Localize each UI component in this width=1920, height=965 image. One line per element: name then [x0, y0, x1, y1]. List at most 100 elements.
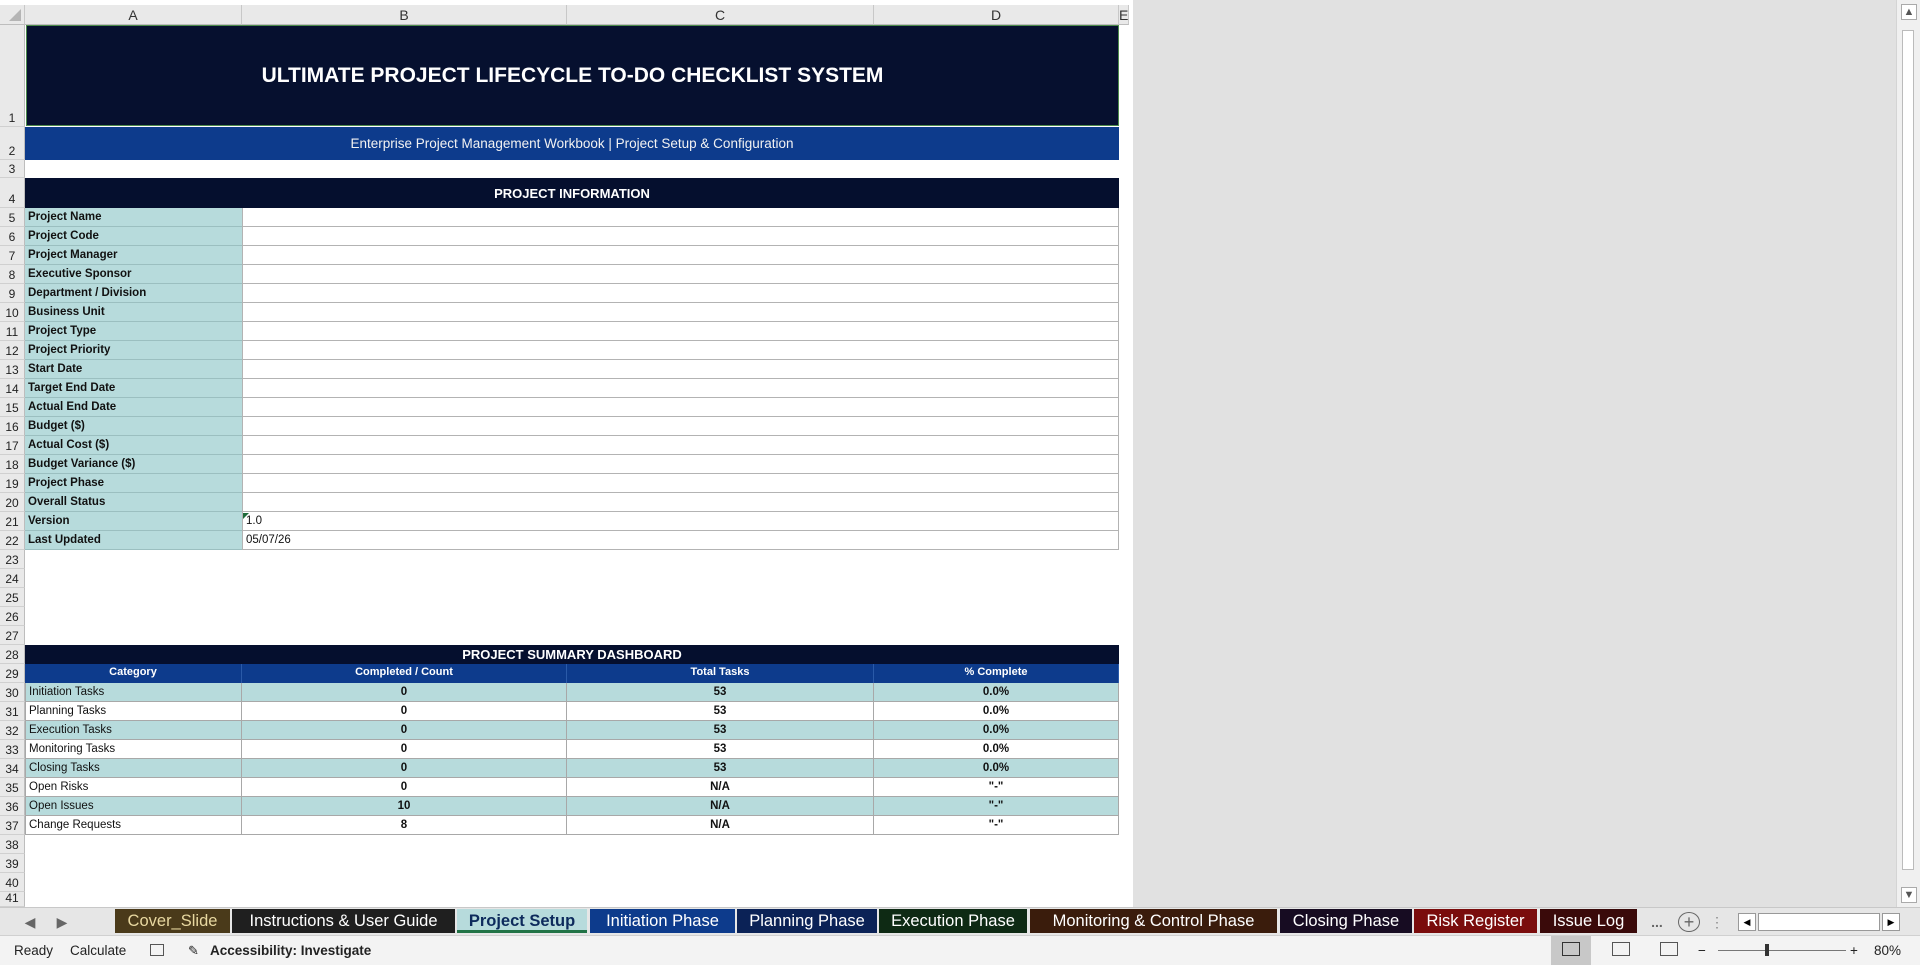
row-header-17[interactable]: 17	[0, 436, 25, 455]
info-value-input[interactable]	[242, 265, 1119, 284]
row-header-39[interactable]: 39	[0, 854, 25, 873]
summary-value[interactable]: N/A	[567, 778, 874, 797]
summary-dashboard-header[interactable]: PROJECT SUMMARY DASHBOARD	[25, 645, 1119, 664]
summary-value[interactable]: 0.0%	[874, 702, 1119, 721]
summary-category[interactable]: Change Requests	[25, 816, 242, 835]
column-header-a[interactable]: A	[25, 5, 242, 25]
row-header-19[interactable]: 19	[0, 474, 25, 493]
page-break-preview-icon[interactable]	[1660, 942, 1678, 956]
info-value-input[interactable]	[242, 322, 1119, 341]
info-value-input[interactable]	[242, 208, 1119, 227]
calculate-button[interactable]: Calculate	[70, 943, 126, 958]
prev-sheet-icon[interactable]: ◀	[20, 912, 40, 932]
normal-view-button[interactable]	[1551, 936, 1591, 965]
info-value-input[interactable]	[242, 474, 1119, 493]
summary-value[interactable]: 10	[242, 797, 567, 816]
info-value-input[interactable]	[242, 284, 1119, 303]
row-header-36[interactable]: 36	[0, 797, 25, 816]
row-header-24[interactable]: 24	[0, 569, 25, 588]
summary-value[interactable]: "-"	[874, 778, 1119, 797]
summary-value[interactable]: "-"	[874, 816, 1119, 835]
summary-column-header[interactable]: Category	[25, 664, 242, 683]
horizontal-scroll-thumb[interactable]	[1758, 913, 1880, 931]
row-header-25[interactable]: 25	[0, 588, 25, 607]
row-header-38[interactable]: 38	[0, 835, 25, 854]
row-header-26[interactable]: 26	[0, 607, 25, 626]
info-value-input[interactable]	[242, 436, 1119, 455]
row-header-21[interactable]: 21	[0, 512, 25, 531]
summary-value[interactable]: 0	[242, 740, 567, 759]
summary-value[interactable]: 0.0%	[874, 683, 1119, 702]
row-header-15[interactable]: 15	[0, 398, 25, 417]
project-information-header[interactable]: PROJECT INFORMATION	[25, 178, 1119, 208]
column-header-b[interactable]: B	[242, 5, 567, 25]
vertical-scrollbar[interactable]: ▲ ▼	[1896, 0, 1920, 907]
summary-category[interactable]: Execution Tasks	[25, 721, 242, 740]
sheet-tab-risk-register[interactable]: Risk Register	[1414, 909, 1537, 933]
summary-value[interactable]: 0	[242, 721, 567, 740]
zoom-level[interactable]: 80%	[1874, 943, 1901, 958]
info-value-input[interactable]	[242, 341, 1119, 360]
row-header-9[interactable]: 9	[0, 284, 25, 303]
summary-value[interactable]: 53	[567, 759, 874, 778]
sheet-subtitle-banner[interactable]: Enterprise Project Management Workbook |…	[25, 127, 1119, 160]
row-header-13[interactable]: 13	[0, 360, 25, 379]
summary-value[interactable]: 53	[567, 683, 874, 702]
select-all-corner[interactable]	[0, 5, 25, 25]
summary-value[interactable]: 8	[242, 816, 567, 835]
row-header-7[interactable]: 7	[0, 246, 25, 265]
tab-split-handle[interactable]: ⋮	[1710, 912, 1724, 932]
summary-category[interactable]: Open Issues	[25, 797, 242, 816]
row-header-27[interactable]: 27	[0, 626, 25, 645]
info-value-input[interactable]	[242, 379, 1119, 398]
sheet-tab-closing-phase[interactable]: Closing Phase	[1280, 909, 1412, 933]
summary-value[interactable]: 0.0%	[874, 759, 1119, 778]
summary-category[interactable]: Monitoring Tasks	[25, 740, 242, 759]
hscroll-left-icon[interactable]: ◀	[1738, 913, 1756, 931]
row-header-30[interactable]: 30	[0, 683, 25, 702]
summary-value[interactable]: N/A	[567, 816, 874, 835]
zoom-slider-thumb[interactable]	[1765, 944, 1769, 956]
scroll-down-icon[interactable]: ▼	[1901, 887, 1917, 903]
row-header-34[interactable]: 34	[0, 759, 25, 778]
summary-value[interactable]: 0.0%	[874, 721, 1119, 740]
summary-value[interactable]: 0	[242, 702, 567, 721]
row-header-41[interactable]: 41	[0, 891, 25, 907]
column-header-d[interactable]: D	[874, 5, 1119, 25]
info-value-input[interactable]	[242, 417, 1119, 436]
summary-value[interactable]: 0	[242, 778, 567, 797]
info-value-input[interactable]: 05/07/26	[242, 531, 1119, 550]
sheet-tab-initiation-phase[interactable]: Initiation Phase	[590, 909, 735, 933]
row-header-1[interactable]: 1	[0, 25, 25, 127]
scroll-up-icon[interactable]: ▲	[1901, 4, 1917, 20]
row-header-35[interactable]: 35	[0, 778, 25, 797]
row-header-10[interactable]: 10	[0, 303, 25, 322]
info-value-input[interactable]	[242, 455, 1119, 474]
summary-value[interactable]: 0.0%	[874, 740, 1119, 759]
zoom-slider[interactable]	[1718, 950, 1846, 951]
info-value-input[interactable]	[242, 227, 1119, 246]
summary-column-header[interactable]: Total Tasks	[567, 664, 874, 683]
page-layout-view-icon[interactable]	[1612, 942, 1630, 956]
vertical-scroll-thumb[interactable]	[1902, 30, 1914, 870]
summary-value[interactable]: 0	[242, 759, 567, 778]
accessibility-icon[interactable]: ✎	[188, 943, 199, 959]
row-header-22[interactable]: 22	[0, 531, 25, 550]
sheet-tab-instructions-user-guide[interactable]: Instructions & User Guide	[232, 909, 455, 933]
info-value-input[interactable]	[242, 360, 1119, 379]
row-header-4[interactable]: 4	[0, 178, 25, 208]
sheet-tab-planning-phase[interactable]: Planning Phase	[737, 909, 877, 933]
row-header-28[interactable]: 28	[0, 645, 25, 664]
error-indicator-icon[interactable]	[243, 513, 249, 519]
zoom-in-button[interactable]: +	[1850, 943, 1858, 958]
accessibility-status[interactable]: Accessibility: Investigate	[210, 943, 371, 958]
info-value-input[interactable]	[242, 493, 1119, 512]
summary-column-header[interactable]: % Complete	[874, 664, 1119, 683]
row-header-23[interactable]: 23	[0, 550, 25, 569]
info-value-input[interactable]	[242, 398, 1119, 417]
row-header-5[interactable]: 5	[0, 208, 25, 227]
row-header-18[interactable]: 18	[0, 455, 25, 474]
zoom-out-button[interactable]: −	[1698, 943, 1706, 958]
sheet-tab-execution-phase[interactable]: Execution Phase	[879, 909, 1027, 933]
info-value-input[interactable]	[242, 246, 1119, 265]
